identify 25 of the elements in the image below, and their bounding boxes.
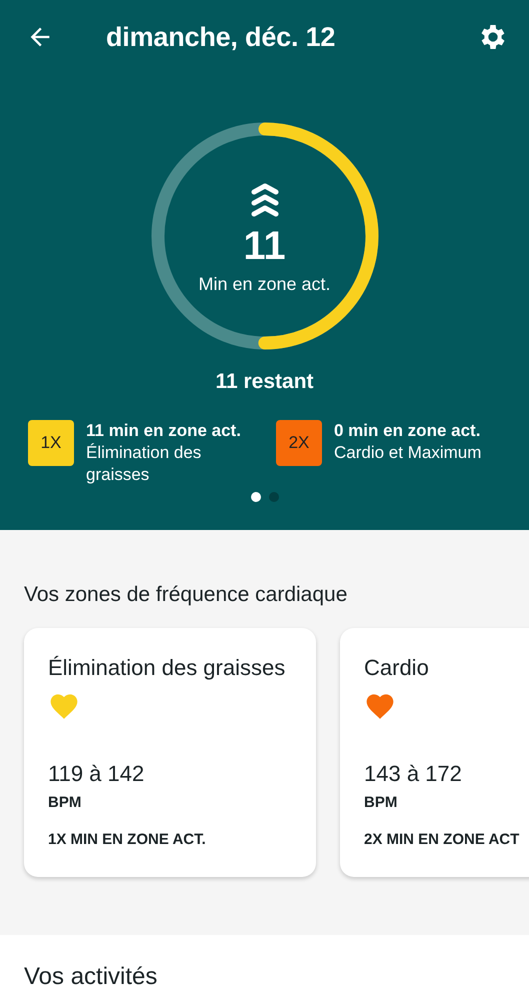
zone-card[interactable]: Cardio 143 à 172 BPM 2X MIN EN ZONE ACT <box>340 628 529 877</box>
chevrons-icon <box>250 182 280 218</box>
multiplier-badge: 1X <box>28 420 74 466</box>
zone-title: Élimination des graisses <box>48 654 286 682</box>
multiplier-label: 2X MIN EN ZONE ACT <box>364 831 520 848</box>
multiplier-badge: 2X <box>276 420 322 466</box>
zone-card[interactable]: Élimination des graisses 119 à 142 BPM 1X MIN EN ZONE ACT. <box>24 628 316 877</box>
remaining-text: 11 restant <box>214 370 315 394</box>
section-title: Vos activités <box>24 963 158 991</box>
bpm-range: 143 à 172 <box>364 760 462 788</box>
window-title: dimanche, déc. 12 <box>106 22 336 52</box>
zone-name: Cardio et Maximum <box>334 442 482 464</box>
page-dot[interactable] <box>268 492 278 502</box>
unit-label: BPM <box>364 794 398 811</box>
zone-minutes: 0 min en zone act. <box>334 420 482 442</box>
section-title: Vos zones de fréquence cardiaque <box>23 582 348 608</box>
page-dot[interactable] <box>250 492 260 502</box>
zone-name: Élimination des graisses <box>86 442 202 486</box>
zone-minutes: 11 min en zone act. <box>86 420 242 442</box>
minutes-value: 11 <box>243 224 286 268</box>
multiplier-label: 1X MIN EN ZONE ACT. <box>48 831 206 848</box>
ring-label: Min en zone act. <box>198 274 331 295</box>
zone-title: Cardio <box>364 654 429 682</box>
unit-label: BPM <box>48 794 82 811</box>
bpm-range: 119 à 142 <box>48 760 144 788</box>
